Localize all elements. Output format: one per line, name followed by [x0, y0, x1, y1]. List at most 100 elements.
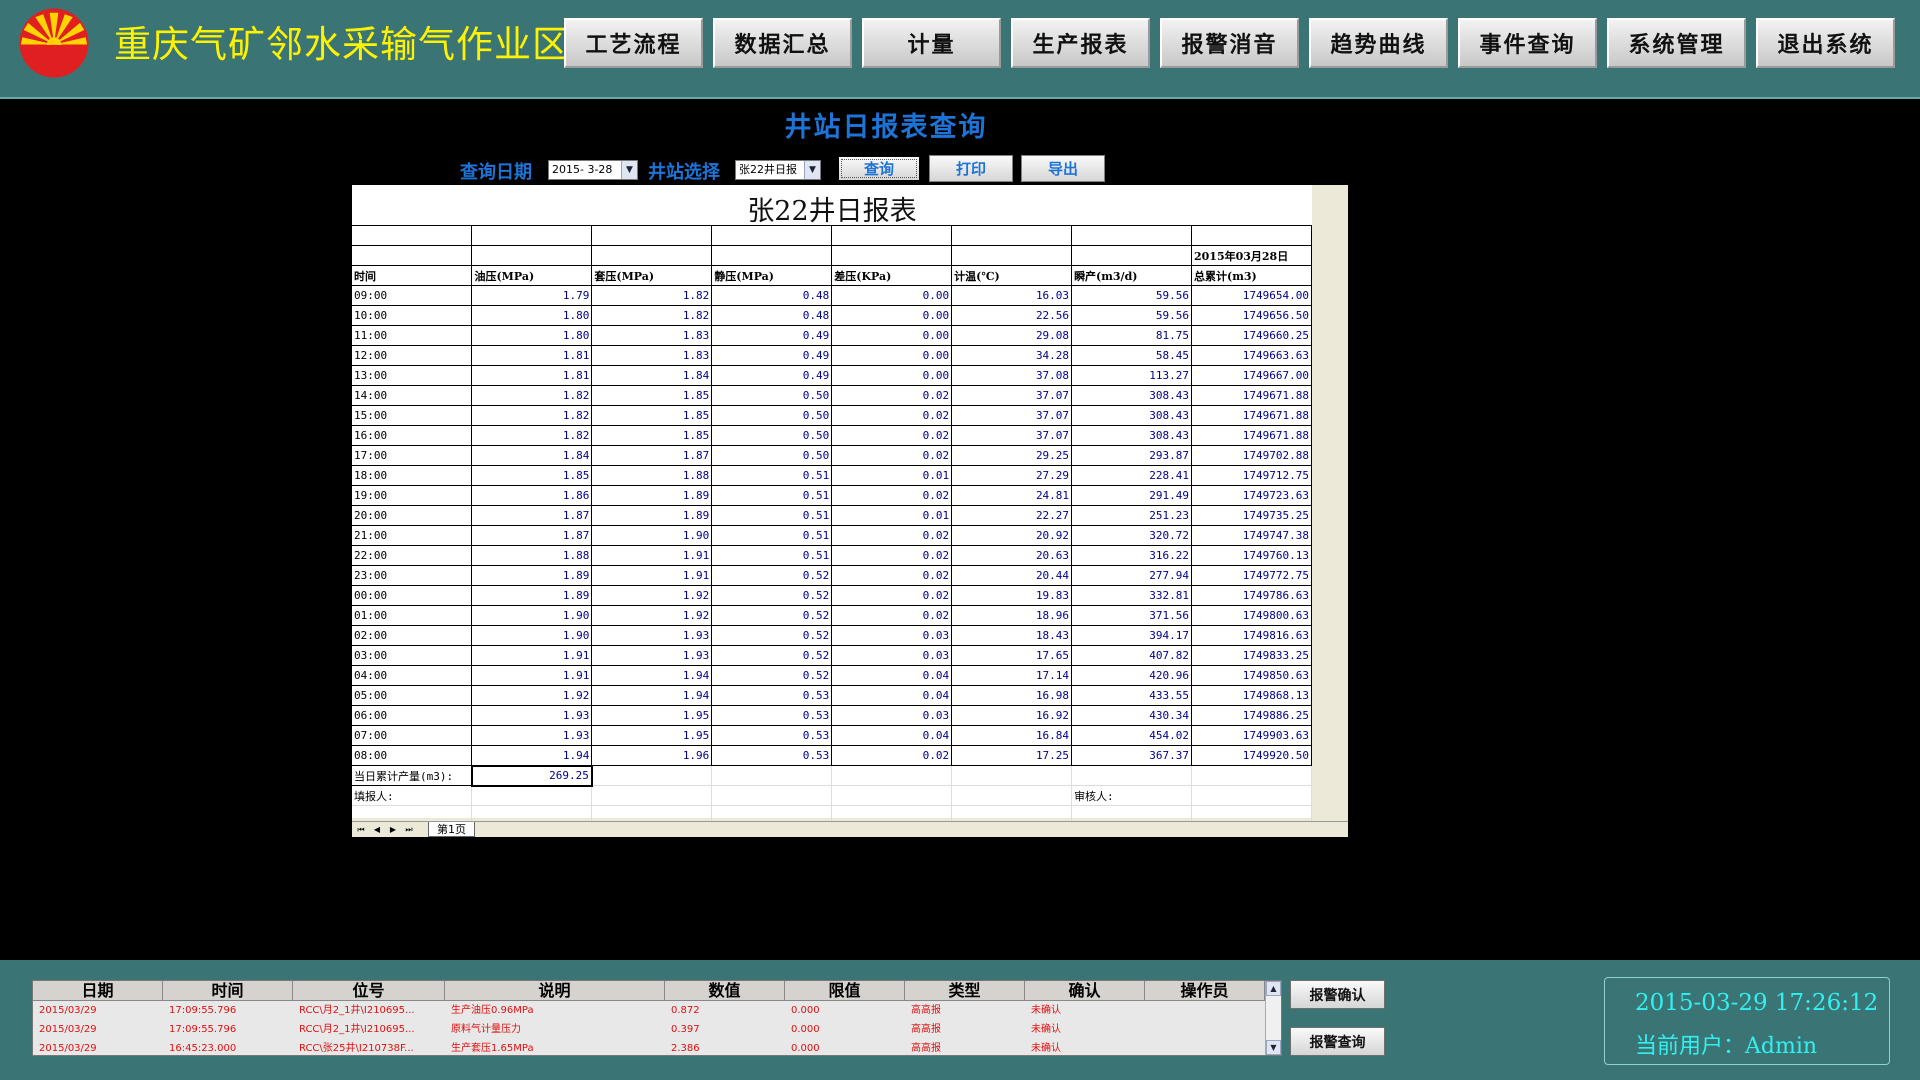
time-cell: 11:00 [352, 325, 473, 346]
alarm-cell: 2015/03/29 [39, 1024, 97, 1035]
print-button[interactable]: 打印 [929, 155, 1013, 182]
column-header: 总累计(m3) [1191, 265, 1313, 286]
table-row: 18:00 1.85 1.88 0.51 0.01 27.29 228.41 1749712.… [352, 465, 1313, 486]
value-cell: 433.55 [1071, 685, 1192, 706]
nav-production-report-button[interactable]: 生产报表 [1011, 18, 1150, 68]
nav-trend-curve-button[interactable]: 趋势曲线 [1309, 18, 1448, 68]
value-cell: 0.00 [831, 365, 953, 386]
empty-cell [711, 765, 833, 786]
value-cell: 1.93 [591, 645, 713, 666]
value-cell: 22.27 [951, 505, 1073, 526]
table-row: 11:00 1.80 1.83 0.49 0.00 29.08 81.75 1749660.2… [352, 325, 1313, 346]
time-cell: 03:00 [352, 645, 473, 666]
empty-cell [352, 225, 473, 246]
alarm-cell: 高高报 [911, 1024, 941, 1035]
value-cell: 1.82 [591, 285, 713, 306]
value-cell: 17.14 [951, 665, 1073, 686]
daily-total-label: 当日累计产量(m3): [352, 765, 473, 786]
value-cell: 1749760.13 [1191, 545, 1313, 566]
value-cell: 1749735.25 [1191, 505, 1313, 526]
empty-cell [951, 785, 1073, 806]
value-cell: 1.80 [471, 325, 593, 346]
nav-alarm-mute-button[interactable]: 报警消音 [1160, 18, 1299, 68]
sheet-tab-page1[interactable]: 第1页 [428, 822, 475, 837]
value-cell: 19.83 [951, 585, 1073, 606]
time-cell: 10:00 [352, 305, 473, 326]
time-cell: 15:00 [352, 405, 473, 426]
value-cell: 59.56 [1071, 285, 1192, 306]
value-cell: 1749868.13 [1191, 685, 1313, 706]
export-button[interactable]: 导出 [1021, 155, 1105, 182]
alarm-row[interactable]: 2015/03/29 16:45:23.000 RCC\张25井\I210738F.… [33, 1039, 1281, 1055]
time-cell: 19:00 [352, 485, 473, 506]
alarm-cell: 0.000 [791, 1024, 820, 1035]
signature-row: 填报人: 审核人: [352, 785, 1313, 806]
table-row: 03:00 1.91 1.93 0.52 0.03 17.65 407.82 1749833.… [352, 645, 1313, 666]
empty-cell [831, 225, 953, 246]
value-cell: 0.50 [711, 425, 833, 446]
alarm-query-button[interactable]: 报警查询 [1290, 1027, 1385, 1056]
time-cell: 04:00 [352, 665, 473, 686]
prev-page-icon[interactable]: ◀ [370, 824, 384, 836]
nav-system-admin-button[interactable]: 系统管理 [1607, 18, 1746, 68]
alarm-row[interactable]: 2015/03/29 17:09:55.796 RCC\月2_1井\I210695.… [33, 1001, 1281, 1020]
last-page-icon[interactable]: ⏭ [402, 824, 416, 836]
time-cell: 00:00 [352, 585, 473, 606]
empty-cell [831, 765, 953, 786]
value-cell: 1749772.75 [1191, 565, 1313, 586]
time-cell: 05:00 [352, 685, 473, 706]
table-row: 08:00 1.94 1.96 0.53 0.02 17.25 367.37 1749920.… [352, 745, 1313, 766]
value-cell: 1.91 [591, 545, 713, 566]
value-cell: 0.02 [831, 425, 953, 446]
empty-cell [831, 245, 953, 266]
report-header-row: 时间 油压(MPa) 套压(MPa) 静压(MPa) 差压(KPa) 计温(℃) 瞬产(m3… [352, 265, 1313, 286]
alarm-cell: 原料气计量压力 [451, 1024, 521, 1035]
value-cell: 0.02 [831, 405, 953, 426]
scroll-down-icon[interactable]: ▼ [1266, 1040, 1281, 1055]
table-row: 17:00 1.84 1.87 0.50 0.02 29.25 293.87 1749702.… [352, 445, 1313, 466]
value-cell: 37.08 [951, 365, 1073, 386]
value-cell: 0.48 [711, 305, 833, 326]
alarm-confirm-button[interactable]: 报警确认 [1290, 980, 1385, 1009]
scroll-up-icon[interactable]: ▲ [1266, 981, 1281, 996]
reviewer-label: 审核人: [1071, 785, 1192, 806]
nav-data-summary-button[interactable]: 数据汇总 [713, 18, 852, 68]
value-cell: 20.92 [951, 525, 1073, 546]
alarm-cell: RCC\月2_1井\I210695... [299, 1024, 415, 1035]
alarm-scrollbar[interactable]: ▲ ▼ [1265, 981, 1281, 1055]
value-cell: 1.82 [591, 305, 713, 326]
value-cell: 0.52 [711, 645, 833, 666]
value-cell: 1.89 [591, 485, 713, 506]
value-cell: 113.27 [1071, 365, 1192, 386]
value-cell: 58.45 [1071, 345, 1192, 366]
table-row: 13:00 1.81 1.84 0.49 0.00 37.08 113.27 1749667.… [352, 365, 1313, 386]
alarm-cell: 0.000 [791, 1043, 820, 1054]
nav-event-query-button[interactable]: 事件查询 [1458, 18, 1597, 68]
value-cell: 1749903.63 [1191, 725, 1313, 746]
chevron-down-icon[interactable]: ▼ [804, 161, 820, 179]
station-select[interactable]: 张22井日报 ▼ [735, 160, 821, 180]
value-cell: 0.01 [831, 465, 953, 486]
value-cell: 1.95 [591, 705, 713, 726]
empty-cell [352, 245, 473, 266]
nav-exit-button[interactable]: 退出系统 [1756, 18, 1895, 68]
report-date-row: 2015年03月28日 [352, 245, 1313, 266]
value-cell: 1.81 [471, 365, 593, 386]
nav-process-flow-button[interactable]: 工艺流程 [564, 18, 703, 68]
query-button[interactable]: 查询 [837, 155, 921, 182]
value-cell: 37.07 [951, 425, 1073, 446]
value-cell: 16.98 [951, 685, 1073, 706]
value-cell: 1.82 [471, 405, 593, 426]
report-table: 2015年03月28日 时间 油压(MPa) 套压(MPa) 静压(MPa) 差压(KPa… [352, 225, 1313, 826]
nav-metering-button[interactable]: 计量 [862, 18, 1001, 68]
table-row: 23:00 1.89 1.91 0.52 0.02 20.44 277.94 1749772.… [352, 565, 1313, 586]
value-cell: 1.85 [591, 425, 713, 446]
alarm-row[interactable]: 2015/03/29 17:09:55.796 RCC\月2_1井\I210695.… [33, 1020, 1281, 1039]
chevron-down-icon[interactable]: ▼ [621, 161, 637, 179]
next-page-icon[interactable]: ▶ [386, 824, 400, 836]
value-cell: 1.92 [591, 585, 713, 606]
value-cell: 228.41 [1071, 465, 1192, 486]
query-date-select[interactable]: 2015- 3-28 ▼ [548, 160, 638, 180]
value-cell: 1749671.88 [1191, 425, 1313, 446]
first-page-icon[interactable]: ⏮ [354, 824, 368, 836]
